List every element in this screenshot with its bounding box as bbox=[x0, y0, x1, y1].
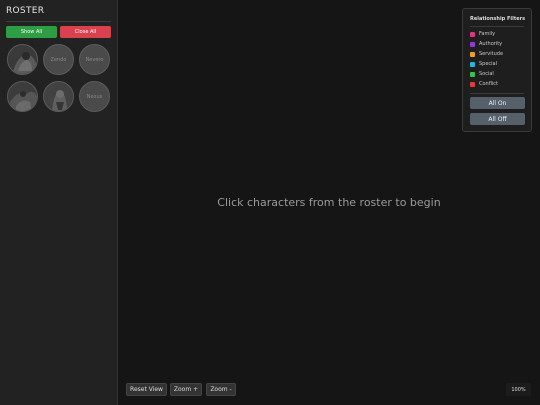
filter-authority[interactable]: Authority bbox=[470, 40, 502, 48]
zoom-in-button[interactable]: Zoom + bbox=[170, 383, 202, 396]
character-name: Nexus bbox=[86, 93, 103, 100]
divider bbox=[470, 93, 524, 94]
divider bbox=[470, 26, 524, 27]
character-avatar[interactable] bbox=[43, 81, 74, 112]
character-avatar[interactable]: Nevero bbox=[79, 44, 110, 75]
filter-conflict[interactable]: Conflict bbox=[470, 80, 498, 88]
all-off-button[interactable]: All Off bbox=[470, 113, 525, 125]
filter-label: Social bbox=[479, 71, 494, 77]
filters-title: Relationship Filters bbox=[470, 16, 526, 22]
character-avatar[interactable]: Zendo bbox=[43, 44, 74, 75]
color-swatch bbox=[470, 81, 475, 87]
character-name: Nevero bbox=[85, 56, 104, 63]
roster-title: ROSTER bbox=[6, 6, 45, 16]
filter-family[interactable]: Family bbox=[470, 30, 495, 38]
filter-social[interactable]: Social bbox=[470, 70, 494, 78]
character-avatar[interactable]: Nexus bbox=[79, 81, 110, 112]
filter-label: Servitude bbox=[479, 51, 504, 57]
character-avatar[interactable] bbox=[7, 81, 38, 112]
filter-label: Special bbox=[479, 61, 498, 67]
character-portrait-icon bbox=[44, 82, 73, 111]
color-swatch bbox=[470, 41, 475, 47]
character-avatar[interactable] bbox=[7, 44, 38, 75]
character-portrait-icon bbox=[8, 82, 37, 111]
filter-servitude[interactable]: Servitude bbox=[470, 50, 503, 58]
zoom-level: 100% bbox=[506, 383, 531, 396]
zoom-out-button[interactable]: Zoom - bbox=[206, 383, 236, 396]
canvas-hint: Click characters from the roster to begi… bbox=[217, 196, 441, 209]
filter-label: Conflict bbox=[479, 81, 498, 87]
color-swatch bbox=[470, 61, 475, 67]
color-swatch bbox=[470, 71, 475, 77]
divider bbox=[6, 21, 111, 22]
color-swatch bbox=[470, 31, 475, 37]
character-portrait-icon bbox=[8, 45, 37, 74]
show-all-button[interactable]: Show All bbox=[6, 26, 57, 38]
close-all-button[interactable]: Close All bbox=[60, 26, 111, 38]
filter-label: Family bbox=[479, 31, 496, 37]
character-name: Zendo bbox=[50, 56, 67, 63]
filter-label: Authority bbox=[479, 41, 503, 47]
relationship-filters-panel: Relationship Filters Family Authority Se… bbox=[462, 8, 532, 132]
roster-sidebar: ROSTER Show All Close All Zendo Nevero N… bbox=[0, 0, 118, 405]
all-on-button[interactable]: All On bbox=[470, 97, 525, 109]
color-swatch bbox=[470, 51, 475, 57]
reset-view-button[interactable]: Reset View bbox=[126, 383, 167, 396]
filter-special[interactable]: Special bbox=[470, 60, 497, 68]
